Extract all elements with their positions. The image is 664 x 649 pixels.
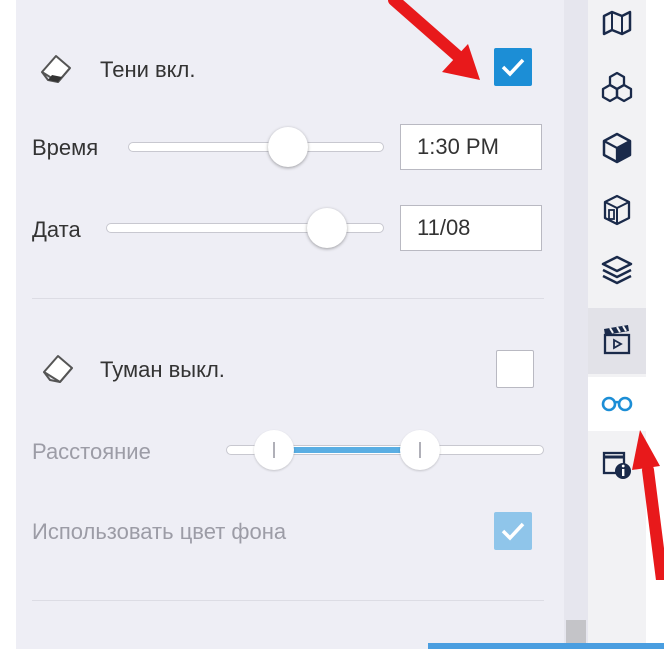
section-divider-bottom (32, 600, 544, 601)
time-input[interactable]: 1:30 PM (400, 124, 542, 170)
map-icon[interactable] (600, 6, 634, 40)
bottom-accent-line (428, 643, 664, 649)
time-slider-track[interactable] (128, 142, 384, 152)
section-divider (32, 298, 544, 299)
shadows-checkbox[interactable] (494, 48, 532, 86)
layers-icon[interactable] (600, 254, 634, 288)
use-background-color-label: Использовать цвет фона (32, 519, 287, 544)
glasses-icon[interactable] (600, 387, 634, 421)
date-input[interactable]: 11/08 (400, 205, 542, 251)
settings-panel (16, 0, 564, 649)
eraser-shadow-icon (41, 55, 71, 83)
checkmark-icon (501, 522, 525, 541)
use-background-color-checkbox[interactable] (494, 512, 532, 550)
time-slider-thumb[interactable] (268, 127, 308, 167)
boxes-icon[interactable] (600, 70, 634, 104)
cube-icon[interactable] (600, 131, 634, 165)
clapperboard-icon[interactable] (600, 322, 634, 356)
checkmark-icon (501, 58, 525, 77)
eraser-icon (43, 355, 73, 383)
fog-label: Туман выкл. (100, 357, 225, 382)
fog-checkbox[interactable] (496, 350, 534, 388)
scrollbar[interactable] (564, 0, 588, 649)
distance-max-thumb[interactable] (400, 430, 440, 470)
left-edge (0, 0, 16, 649)
distance-min-thumb[interactable] (254, 430, 294, 470)
distance-label: Расстояние (32, 439, 151, 464)
date-slider-thumb[interactable] (307, 208, 347, 248)
shadows-label: Тени вкл. (100, 57, 196, 82)
time-label: Время (32, 135, 99, 160)
glass-cube-icon[interactable] (600, 193, 634, 227)
annotation-arrow-top (388, 0, 480, 80)
annotation-arrow-bottom (632, 430, 664, 580)
date-label: Дата (32, 217, 81, 242)
